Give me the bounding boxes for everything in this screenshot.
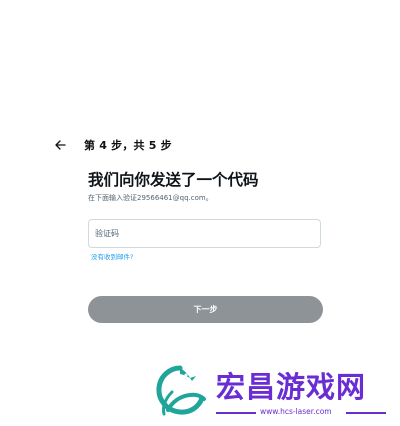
dragon-logo-icon	[156, 365, 206, 416]
page-title: 我们向你发送了一个代码	[88, 171, 259, 189]
next-button[interactable]: 下一步	[88, 296, 323, 323]
step-indicator: 第 4 步，共 5 步	[84, 139, 172, 152]
signup-step-page: 第 4 步，共 5 步 我们向你发送了一个代码 在下面输入验证29566461@…	[0, 0, 400, 426]
arrow-left-icon	[54, 140, 66, 150]
watermark-title: 宏昌游戏网	[216, 370, 367, 404]
watermark-divider-left	[216, 412, 256, 414]
watermark-divider-right	[346, 412, 386, 414]
back-button[interactable]	[52, 137, 68, 153]
header: 第 4 步，共 5 步	[52, 136, 172, 154]
resend-email-link[interactable]: 没有收到邮件?	[91, 251, 133, 261]
verification-code-input[interactable]: 验证码	[88, 219, 321, 248]
page-subtitle: 在下面输入验证29566461@qq.com。	[88, 194, 213, 202]
watermark: 宏昌游戏网 www.hcs-laser.com	[150, 362, 390, 420]
watermark-url: www.hcs-laser.com	[258, 407, 334, 416]
verification-code-placeholder: 验证码	[95, 229, 119, 238]
